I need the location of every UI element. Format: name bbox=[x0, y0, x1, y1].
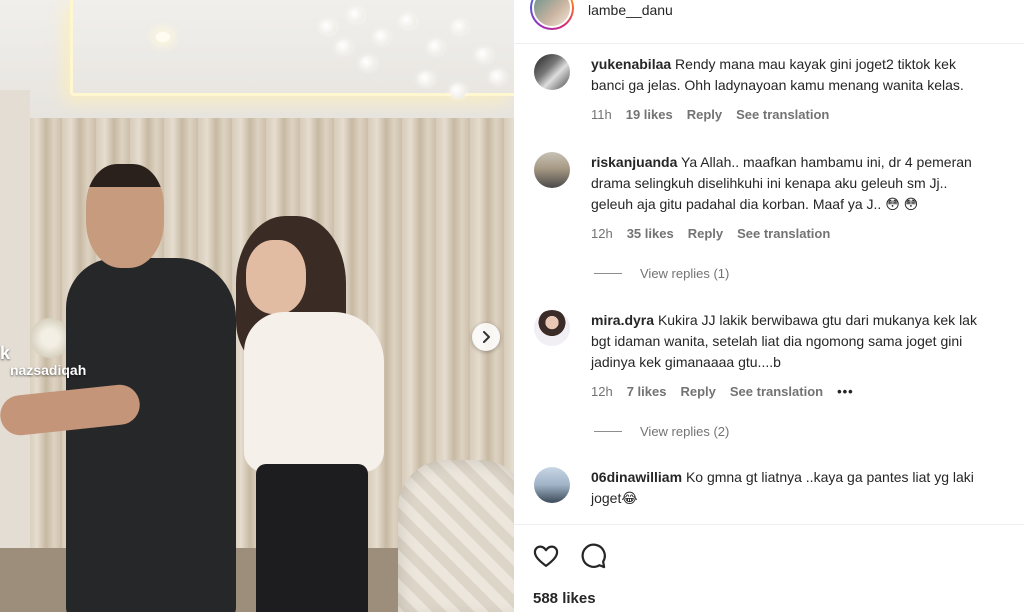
next-media-button[interactable] bbox=[472, 323, 500, 351]
comment-meta: 12h 35 likes Reply See translation bbox=[591, 226, 830, 241]
view-replies-label: View replies (1) bbox=[640, 266, 730, 281]
comment-username[interactable]: mira.dyra bbox=[591, 312, 654, 328]
view-replies-button[interactable]: View replies (1) bbox=[594, 266, 729, 281]
like-button[interactable] bbox=[532, 542, 560, 570]
post-panel: lambe__danu yukenabilaa Rendy mana mau k… bbox=[514, 0, 1024, 612]
reply-button[interactable]: Reply bbox=[688, 226, 723, 241]
comment-body-line: joget😂 bbox=[591, 490, 638, 506]
commenter-avatar[interactable] bbox=[534, 54, 570, 90]
comment-likes[interactable]: 35 likes bbox=[627, 226, 674, 241]
view-replies-divider bbox=[594, 431, 622, 432]
woman-figure bbox=[244, 312, 384, 472]
man-head bbox=[86, 164, 164, 268]
comment-body-line: Kukira JJ lakik berwibawa gtu dari mukan… bbox=[657, 312, 977, 328]
woman-legs bbox=[256, 464, 368, 612]
man-figure bbox=[66, 258, 236, 612]
see-translation-button[interactable]: See translation bbox=[737, 226, 830, 241]
comment-body-line: drama selingkuh diselihkuhi ini kenapa a… bbox=[591, 175, 948, 191]
author-avatar[interactable] bbox=[530, 0, 574, 30]
downlight bbox=[156, 32, 170, 42]
comment-likes[interactable]: 7 likes bbox=[627, 384, 667, 399]
comment-body-line: jadinya kek gimanaaaa gtu....b bbox=[591, 354, 781, 370]
comment-body-line: Ko gmna gt liatnya ..kaya ga pantes liat… bbox=[685, 469, 974, 485]
comment-meta: 11h 19 likes Reply See translation bbox=[591, 107, 829, 122]
heart-icon bbox=[533, 545, 559, 568]
comment-time: 12h bbox=[591, 384, 613, 399]
post-actions-bar: 588 likes bbox=[514, 524, 1024, 612]
comment-body-line: Rendy mana mau kayak gini joget2 tiktok … bbox=[675, 56, 956, 72]
comment-button[interactable] bbox=[579, 542, 607, 570]
armchair bbox=[398, 460, 514, 612]
next-arrow-icon bbox=[483, 331, 490, 343]
view-replies-divider bbox=[594, 273, 622, 274]
comment-text: riskanjuanda Ya Allah.. maafkan hambamu … bbox=[591, 152, 1024, 215]
chandelier bbox=[300, 0, 514, 110]
commenter-avatar[interactable] bbox=[534, 152, 570, 188]
comment-likes[interactable]: 19 likes bbox=[626, 107, 673, 122]
comment-body-line: bgt idaman wanita, setelah liat dia ngom… bbox=[591, 333, 963, 349]
comment-username[interactable]: yukenabilaa bbox=[591, 56, 671, 72]
overlay-caption-big: k bbox=[0, 343, 11, 363]
comment-icon bbox=[581, 543, 606, 569]
reply-button[interactable]: Reply bbox=[687, 107, 722, 122]
comment-username[interactable]: 06dinawilliam bbox=[591, 469, 682, 485]
comment-text: yukenabilaa Rendy mana mau kayak gini jo… bbox=[591, 54, 1024, 96]
see-translation-button[interactable]: See translation bbox=[730, 384, 823, 399]
comment-username[interactable]: riskanjuanda bbox=[591, 154, 677, 170]
reply-button[interactable]: Reply bbox=[680, 384, 715, 399]
commenter-avatar[interactable] bbox=[534, 310, 570, 346]
comment-text: 06dinawilliam Ko gmna gt liatnya ..kaya … bbox=[591, 467, 1024, 509]
comment-time: 11h bbox=[591, 107, 612, 122]
see-translation-button[interactable]: See translation bbox=[736, 107, 829, 122]
post-media[interactable]: k nazsadiqah bbox=[0, 0, 514, 612]
likes-count[interactable]: 588 likes bbox=[533, 590, 596, 607]
comment-text: mira.dyra Kukira JJ lakik berwibawa gtu … bbox=[591, 310, 1024, 373]
comment-body-line: geleuh aja gitu padahal dia korban. Maaf… bbox=[591, 196, 919, 212]
commenter-avatar[interactable] bbox=[534, 467, 570, 503]
view-replies-button[interactable]: View replies (2) bbox=[594, 424, 729, 439]
woman-face bbox=[246, 240, 306, 314]
overlay-caption-small: nazsadiqah bbox=[10, 362, 87, 378]
post-header: lambe__danu bbox=[514, 0, 1024, 44]
comment-body-line: Ya Allah.. maafkan hambamu ini, dr 4 pem… bbox=[681, 154, 972, 170]
video-overlay-caption: k nazsadiqah bbox=[0, 344, 86, 378]
author-username[interactable]: lambe__danu bbox=[588, 2, 673, 18]
view-replies-label: View replies (2) bbox=[640, 424, 730, 439]
more-options-button[interactable]: ••• bbox=[837, 384, 854, 399]
comment-time: 12h bbox=[591, 226, 613, 241]
comment-body-line: banci ga jelas. Ohh ladynayoan kamu mena… bbox=[591, 77, 964, 93]
comment-meta: 12h 7 likes Reply See translation ••• bbox=[591, 384, 854, 399]
